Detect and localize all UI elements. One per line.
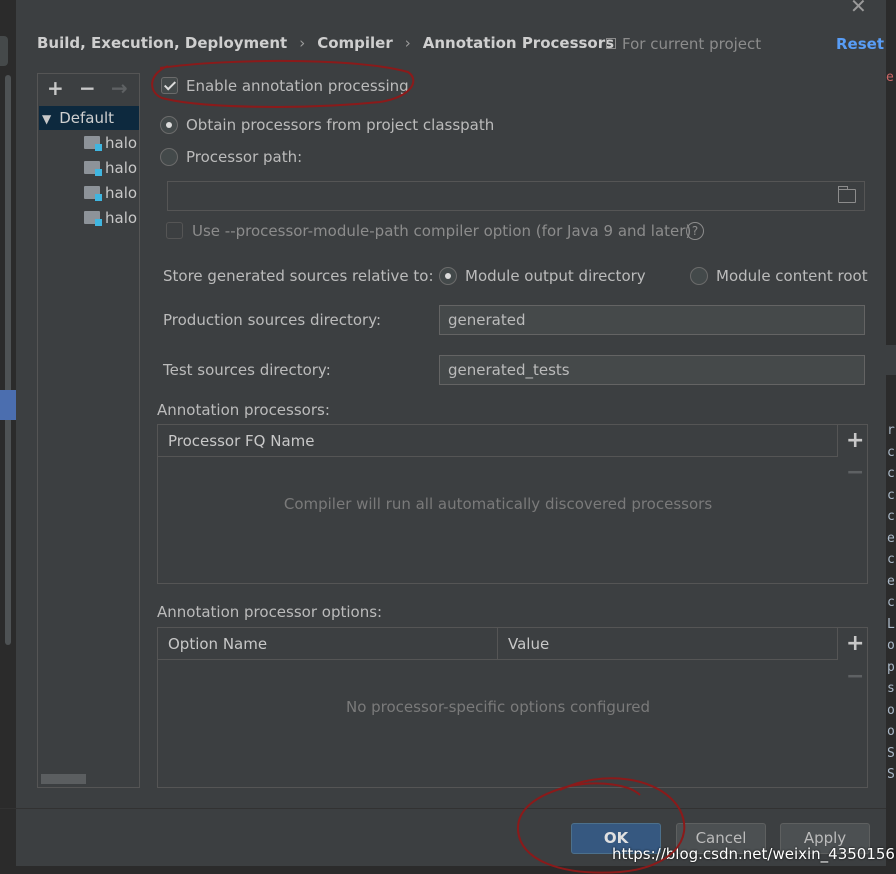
processors-empty-text: Compiler will run all automatically disc…	[283, 495, 713, 513]
remove-profile-button[interactable]: −	[79, 76, 96, 100]
left-selection-marker	[0, 390, 16, 420]
left-scrollbar[interactable]	[5, 75, 11, 645]
module-output-radio[interactable]	[439, 267, 457, 285]
breadcrumb-separator: ›	[404, 34, 411, 52]
breadcrumb: Build, Execution, Deployment › Compiler › An…	[37, 34, 614, 52]
enable-processing-checkbox[interactable]	[161, 77, 178, 94]
error-marker: e	[886, 70, 894, 85]
breadcrumb-compiler[interactable]: Compiler	[317, 34, 393, 52]
module-content-label: Module content root	[716, 267, 868, 285]
footer-separator	[0, 808, 886, 809]
processor-path-field[interactable]	[167, 181, 865, 211]
value-column[interactable]: Value	[498, 628, 838, 660]
processor-options-table: Option Name Value No processor-specific …	[157, 627, 868, 788]
production-sources-label: Production sources directory:	[163, 311, 382, 329]
breadcrumb-build[interactable]: Build, Execution, Deployment	[37, 34, 287, 52]
editor-tab	[0, 36, 8, 66]
enable-annotation-processing[interactable]: Enable annotation processing	[161, 77, 409, 98]
tree-item-label: halo	[105, 134, 138, 152]
move-profile-button[interactable]: →	[111, 76, 128, 100]
editor-left-gutter	[0, 0, 16, 874]
module-folder-icon	[84, 186, 102, 201]
tree-horizontal-scrollbar[interactable]	[41, 774, 86, 784]
tree-toolbar: + − →	[38, 74, 139, 104]
remove-processor-button[interactable]: −	[846, 460, 864, 485]
module-content-radio[interactable]	[690, 267, 708, 285]
options-empty-text: No processor-specific options configured	[345, 698, 651, 716]
obtain-from-classpath-label: Obtain processors from project classpath	[186, 116, 495, 134]
reset-link[interactable]: Reset	[836, 35, 884, 53]
editor-right-gutter: e r c c c c e c e c L o p s o o S S	[886, 0, 896, 874]
close-icon[interactable]: ✕	[850, 0, 867, 18]
remove-option-button[interactable]: −	[846, 664, 864, 689]
module-path-label: Use --processor-module-path compiler opt…	[192, 222, 692, 240]
editor-bottom-strip	[0, 866, 886, 874]
tree-item-label: halo	[105, 184, 138, 202]
module-path-checkbox[interactable]	[166, 222, 183, 239]
obtain-from-classpath-radio[interactable]	[160, 116, 178, 134]
option-name-column[interactable]: Option Name	[158, 628, 498, 660]
module-output-option[interactable]: Module output directory	[439, 267, 646, 289]
module-content-option[interactable]: Module content root	[690, 267, 868, 289]
add-profile-button[interactable]: +	[47, 76, 64, 100]
processor-options-title: Annotation processor options:	[157, 603, 383, 621]
add-option-button[interactable]: +	[846, 631, 864, 656]
enable-processing-label: Enable annotation processing	[186, 77, 409, 95]
annotation-processors-title: Annotation processors:	[157, 401, 330, 419]
tree-item-label: halo	[105, 209, 138, 227]
profiles-tree: + − → ▼ Default halo halo halo halo	[37, 73, 140, 788]
production-sources-field[interactable]: generated	[439, 305, 865, 335]
tree-item-module[interactable]: halo	[84, 156, 137, 180]
store-generated-label: Store generated sources relative to:	[163, 267, 434, 285]
test-sources-field[interactable]: generated_tests	[439, 355, 865, 385]
tree-item-module[interactable]: halo	[84, 181, 137, 205]
help-icon[interactable]: ?	[686, 222, 704, 240]
module-folder-icon	[84, 211, 102, 226]
tree-item-default[interactable]: ▼ Default	[39, 106, 139, 130]
breadcrumb-separator: ›	[299, 34, 306, 52]
processor-fq-name-column[interactable]: Processor FQ Name	[158, 425, 838, 457]
processor-path-label: Processor path:	[186, 148, 303, 166]
tree-item-default-label: Default	[59, 109, 115, 127]
processors-table: Processor FQ Name Compiler will run all …	[157, 424, 868, 584]
project-scope-indicator: For current project	[606, 35, 761, 53]
browse-folder-icon[interactable]	[838, 186, 856, 203]
processor-path-radio[interactable]	[160, 148, 178, 166]
obtain-from-classpath-option[interactable]: Obtain processors from project classpath	[160, 116, 494, 138]
test-sources-label: Test sources directory:	[163, 361, 331, 379]
editor-right-bar	[886, 345, 896, 375]
project-scope-icon	[606, 38, 616, 49]
processor-path-option[interactable]: Processor path:	[160, 148, 302, 170]
editor-code-fragment: r c c c c e c e c L o p s o o S S	[887, 423, 895, 782]
module-path-option[interactable]: Use --processor-module-path compiler opt…	[166, 222, 704, 243]
tree-item-label: halo	[105, 159, 138, 177]
breadcrumb-annotation-processors: Annotation Processors	[422, 34, 615, 52]
expand-triangle-icon[interactable]: ▼	[42, 112, 51, 126]
watermark-text: https://blog.csdn.net/weixin_43501566	[612, 845, 896, 863]
module-output-label: Module output directory	[465, 267, 646, 285]
tree-item-module[interactable]: halo	[84, 131, 137, 155]
module-folder-icon	[84, 161, 102, 176]
module-folder-icon	[84, 136, 102, 151]
add-processor-button[interactable]: +	[846, 428, 864, 453]
project-scope-label: For current project	[622, 35, 762, 53]
tree-item-module[interactable]: halo	[84, 206, 137, 230]
